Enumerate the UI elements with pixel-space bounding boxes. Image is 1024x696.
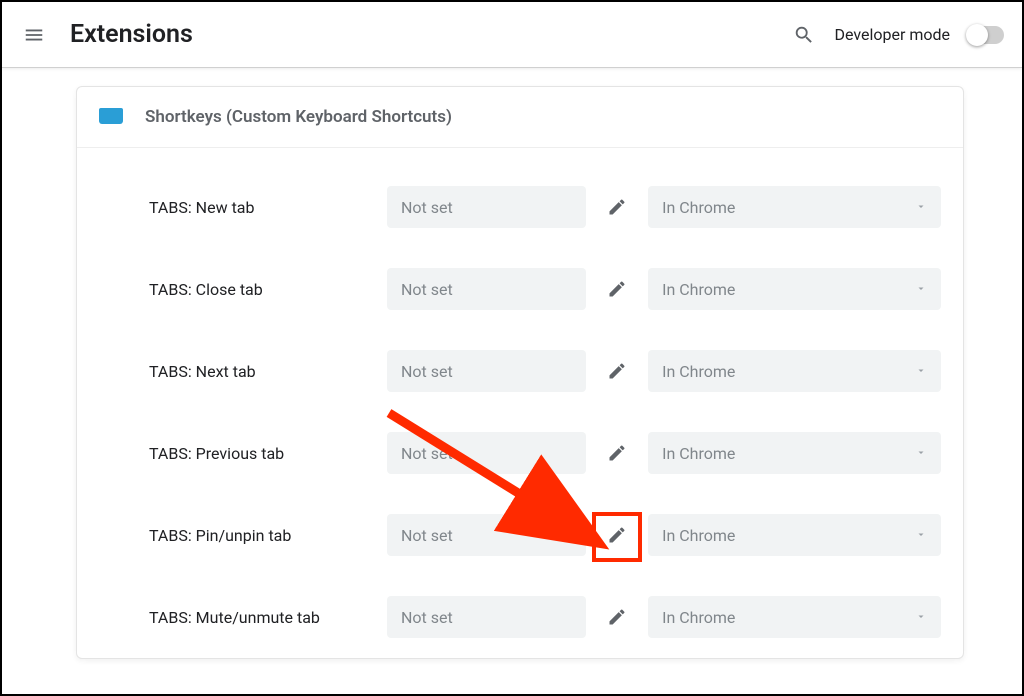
chevron-down-icon bbox=[915, 280, 927, 299]
shortcut-input[interactable]: Not set bbox=[387, 350, 586, 392]
extension-name: Shortkeys (Custom Keyboard Shortcuts) bbox=[145, 107, 452, 127]
extension-shortcuts-card: Shortkeys (Custom Keyboard Shortcuts) TA… bbox=[76, 86, 964, 659]
card-header: Shortkeys (Custom Keyboard Shortcuts) bbox=[77, 87, 963, 148]
shortcut-input[interactable]: Not set bbox=[387, 596, 586, 638]
hamburger-icon bbox=[23, 24, 45, 46]
developer-mode-toggle[interactable] bbox=[968, 26, 1004, 44]
shortcut-label: TABS: New tab bbox=[149, 198, 387, 217]
search-button[interactable] bbox=[784, 15, 824, 55]
developer-mode-label: Developer mode bbox=[834, 25, 950, 44]
pencil-icon bbox=[607, 279, 627, 299]
scope-select[interactable]: In Chrome bbox=[648, 268, 941, 310]
pencil-icon bbox=[607, 443, 627, 463]
shortcut-input[interactable]: Not set bbox=[387, 268, 586, 310]
chevron-down-icon bbox=[915, 526, 927, 545]
toolbar: Extensions Developer mode bbox=[2, 2, 1022, 68]
edit-shortcut-button[interactable] bbox=[596, 432, 638, 474]
edit-shortcut-button[interactable] bbox=[596, 186, 638, 228]
pencil-icon bbox=[607, 361, 627, 381]
toggle-knob bbox=[966, 24, 988, 46]
scope-value: In Chrome bbox=[662, 362, 735, 381]
edit-shortcut-button[interactable] bbox=[596, 350, 638, 392]
scope-value: In Chrome bbox=[662, 526, 735, 545]
shortcut-label: TABS: Pin/unpin tab bbox=[149, 526, 387, 545]
shortcut-label: TABS: Next tab bbox=[149, 362, 387, 381]
shortcut-label: TABS: Mute/unmute tab bbox=[149, 608, 387, 627]
chevron-down-icon bbox=[915, 362, 927, 381]
shortcut-list: TABS: New tabNot setIn ChromeTABS: Close… bbox=[77, 148, 963, 658]
pencil-icon bbox=[607, 525, 627, 545]
chevron-down-icon bbox=[915, 198, 927, 217]
menu-button[interactable] bbox=[14, 15, 54, 55]
extension-icon bbox=[99, 108, 123, 126]
page-title: Extensions bbox=[70, 20, 193, 49]
shortcut-row: TABS: Pin/unpin tabNot set In Chrome bbox=[77, 494, 963, 576]
shortcut-row: TABS: Close tabNot set In Chrome bbox=[77, 248, 963, 330]
search-icon bbox=[793, 24, 815, 46]
shortcut-row: TABS: New tabNot set In Chrome bbox=[77, 166, 963, 248]
shortcut-row: TABS: Previous tabNot set In Chrome bbox=[77, 412, 963, 494]
scope-value: In Chrome bbox=[662, 608, 735, 627]
scope-value: In Chrome bbox=[662, 198, 735, 217]
chevron-down-icon bbox=[915, 444, 927, 463]
shortcut-row: TABS: Mute/unmute tabNot set In Chrome bbox=[77, 576, 963, 658]
shortcut-input[interactable]: Not set bbox=[387, 186, 586, 228]
scope-select[interactable]: In Chrome bbox=[648, 186, 941, 228]
edit-shortcut-button[interactable] bbox=[596, 268, 638, 310]
scope-select[interactable]: In Chrome bbox=[648, 596, 941, 638]
scope-select[interactable]: In Chrome bbox=[648, 350, 941, 392]
shortcut-label: TABS: Previous tab bbox=[149, 444, 387, 463]
scope-select[interactable]: In Chrome bbox=[648, 432, 941, 474]
pencil-icon bbox=[607, 607, 627, 627]
scope-select[interactable]: In Chrome bbox=[648, 514, 941, 556]
chevron-down-icon bbox=[915, 608, 927, 627]
shortcut-input[interactable]: Not set bbox=[387, 432, 586, 474]
shortcut-row: TABS: Next tabNot set In Chrome bbox=[77, 330, 963, 412]
edit-shortcut-button[interactable] bbox=[596, 596, 638, 638]
shortcut-input[interactable]: Not set bbox=[387, 514, 586, 556]
shortcut-label: TABS: Close tab bbox=[149, 280, 387, 299]
scope-value: In Chrome bbox=[662, 280, 735, 299]
scope-value: In Chrome bbox=[662, 444, 735, 463]
pencil-icon bbox=[607, 197, 627, 217]
edit-shortcut-button[interactable] bbox=[596, 514, 638, 556]
